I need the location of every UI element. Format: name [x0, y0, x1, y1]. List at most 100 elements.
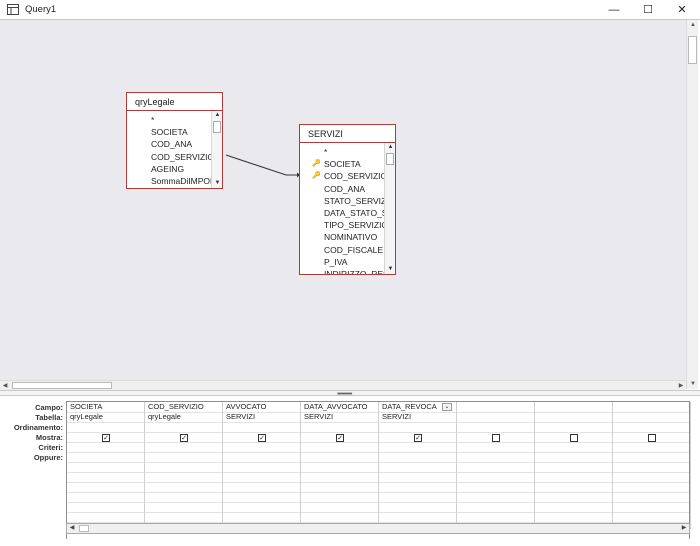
grid-column[interactable] — [535, 402, 613, 529]
key-icon: 🔑 — [312, 160, 321, 168]
scroll-thumb[interactable] — [79, 525, 89, 532]
scroll-down-icon[interactable]: ▼ — [385, 265, 395, 274]
scroll-up-icon[interactable]: ▲ — [687, 20, 699, 30]
field-item[interactable]: NOMINATIVO — [300, 231, 395, 243]
field-name: COD_ANA — [151, 139, 193, 150]
field-name: P_IVA — [324, 256, 348, 267]
scroll-thumb[interactable] — [386, 153, 394, 165]
field-name: STATO_SERVIZIO — [324, 195, 395, 206]
table-cell[interactable] — [613, 412, 690, 422]
field-item[interactable]: DATA_STATO_SERVIZIO — [300, 207, 395, 219]
table-cell[interactable]: SERVIZI — [223, 412, 300, 422]
field-cell[interactable]: AVVOCATO — [223, 402, 300, 412]
grid-column[interactable] — [613, 402, 691, 529]
minimize-button[interactable]: — — [598, 0, 630, 20]
field-item[interactable]: INDIRIZZO_RES — [300, 268, 395, 274]
key-icon: 🔑 — [312, 172, 321, 180]
field-cell[interactable]: COD_SERVIZIO — [145, 402, 222, 412]
field-item[interactable]: P_IVA — [300, 256, 395, 268]
maximize-button[interactable]: ☐ — [632, 0, 664, 20]
field-item[interactable]: COD_ANA — [127, 138, 222, 150]
show-checkbox-checked[interactable]: ✓ — [102, 434, 110, 442]
grid-row-label: Tabella: — [35, 413, 63, 422]
grid-column[interactable]: DATA_REVOCA ⌄ SERVIZI ✓ — [379, 402, 457, 529]
scroll-down-icon[interactable]: ▼ — [687, 379, 699, 389]
grid-row-label: Criteri: — [38, 443, 63, 452]
field-item[interactable]: COD_SERVIZIO — [127, 151, 222, 163]
field-item[interactable]: COD_FISCALE — [300, 244, 395, 256]
field-cell[interactable]: SOCIETA — [67, 402, 144, 412]
table-cell[interactable]: qryLegale — [145, 412, 222, 422]
table-cell[interactable]: SERVIZI — [301, 412, 378, 422]
query-design-grid[interactable]: SOCIETA qryLegale ✓ COD_SERVIZIO qryLegale ✓ A… — [66, 401, 691, 539]
field-cell[interactable] — [613, 402, 690, 412]
query-design-area[interactable]: qryLegale * SOCIETA COD_ANA COD_SERVIZIO AGE… — [0, 20, 686, 380]
field-name: COD_ANA — [324, 183, 366, 194]
scroll-thumb[interactable] — [12, 382, 112, 389]
chevron-down-icon[interactable]: ⌄ — [442, 403, 452, 411]
grid-row-label: Mostra: — [35, 433, 63, 442]
grid-row-label: Ordinamento: — [13, 423, 63, 432]
field-item[interactable]: * — [300, 146, 395, 158]
field-item[interactable]: SommaDiIMPORTO — [127, 175, 222, 187]
field-name: AGEING — [151, 163, 185, 174]
show-checkbox-checked[interactable]: ✓ — [180, 434, 188, 442]
scroll-thumb[interactable] — [213, 121, 221, 133]
grid-column[interactable]: AVVOCATO SERVIZI ✓ — [223, 402, 301, 529]
field-cell[interactable]: DATA_AVVOCATO — [301, 402, 378, 412]
grid-column[interactable]: SOCIETA qryLegale ✓ — [67, 402, 145, 529]
table-title[interactable]: qryLegale — [127, 93, 222, 111]
field-cell[interactable] — [535, 402, 612, 412]
scroll-left-icon[interactable]: ◀ — [67, 524, 77, 533]
field-name: INDIRIZZO_RES — [324, 268, 389, 274]
design-vertical-scrollbar[interactable]: ▲ ▼ — [686, 20, 698, 389]
field-item[interactable]: 🔑 SOCIETA — [300, 158, 395, 170]
grid-column[interactable]: DATA_AVVOCATO SERVIZI ✓ — [301, 402, 379, 529]
field-item[interactable]: 🔑 COD_SERVIZIO — [300, 170, 395, 182]
grid-horizontal-scrollbar[interactable]: ◀ ▶ — [66, 523, 690, 534]
grid-column[interactable] — [457, 402, 535, 529]
table-cell[interactable] — [457, 412, 534, 422]
title-bar: Query1 — ☐ ✕ — [0, 0, 700, 20]
field-cell[interactable] — [457, 402, 534, 412]
field-item[interactable]: COD_ANA — [300, 183, 395, 195]
show-checkbox[interactable] — [648, 434, 656, 442]
field-name: * — [151, 115, 155, 125]
show-checkbox-checked[interactable]: ✓ — [258, 434, 266, 442]
close-button[interactable]: ✕ — [666, 0, 698, 20]
show-checkbox-checked[interactable]: ✓ — [336, 434, 344, 442]
table-cell[interactable]: SERVIZI — [379, 412, 456, 422]
field-name: TIPO_SERVIZIO — [324, 220, 389, 231]
grid-row-label: Campo: — [35, 403, 63, 412]
scroll-down-icon[interactable]: ▼ — [212, 179, 222, 188]
scroll-up-icon[interactable]: ▲ — [212, 111, 222, 120]
field-item[interactable]: TIPO_SERVIZIO — [300, 219, 395, 231]
field-name: COD_SERVIZIO — [151, 151, 215, 162]
table-cell[interactable]: qryLegale — [67, 412, 144, 422]
design-horizontal-scrollbar[interactable]: ◀ ▶ — [0, 380, 686, 390]
field-name: * — [324, 147, 328, 157]
show-checkbox-checked[interactable]: ✓ — [414, 434, 422, 442]
table-servizi[interactable]: SERVIZI * 🔑 SOCIETA 🔑 COD_SERVIZIO COD_ANA STA… — [299, 124, 396, 275]
show-checkbox[interactable] — [570, 434, 578, 442]
field-item[interactable]: SOCIETA — [127, 126, 222, 138]
scroll-right-icon[interactable]: ▶ — [679, 524, 689, 533]
field-name: SommaDiIMPORTO — [151, 175, 222, 186]
window-title: Query1 — [25, 4, 57, 15]
grid-column[interactable]: COD_SERVIZIO qryLegale ✓ — [145, 402, 223, 529]
field-name: DATA_STATO_SERVIZIO — [324, 207, 395, 218]
field-item[interactable]: AGEING — [127, 163, 222, 175]
field-name: COD_FISCALE — [324, 244, 384, 255]
field-item[interactable]: STATO_SERVIZIO — [300, 195, 395, 207]
show-checkbox[interactable] — [492, 434, 500, 442]
table-cell[interactable] — [535, 412, 612, 422]
scroll-thumb[interactable] — [688, 36, 697, 64]
field-name: SOCIETA — [324, 159, 361, 170]
scroll-up-icon[interactable]: ▲ — [385, 143, 395, 152]
field-item[interactable]: * — [127, 114, 222, 126]
table-qrylegale[interactable]: qryLegale * SOCIETA COD_ANA COD_SERVIZIO AGE… — [126, 92, 223, 189]
grid-row-labels: Campo: Tabella: Ordinamento: Mostra: Criteri… — [0, 403, 63, 463]
query-icon — [7, 4, 19, 15]
table-title[interactable]: SERVIZI — [300, 125, 395, 143]
field-name: NOMINATIVO — [324, 232, 378, 243]
